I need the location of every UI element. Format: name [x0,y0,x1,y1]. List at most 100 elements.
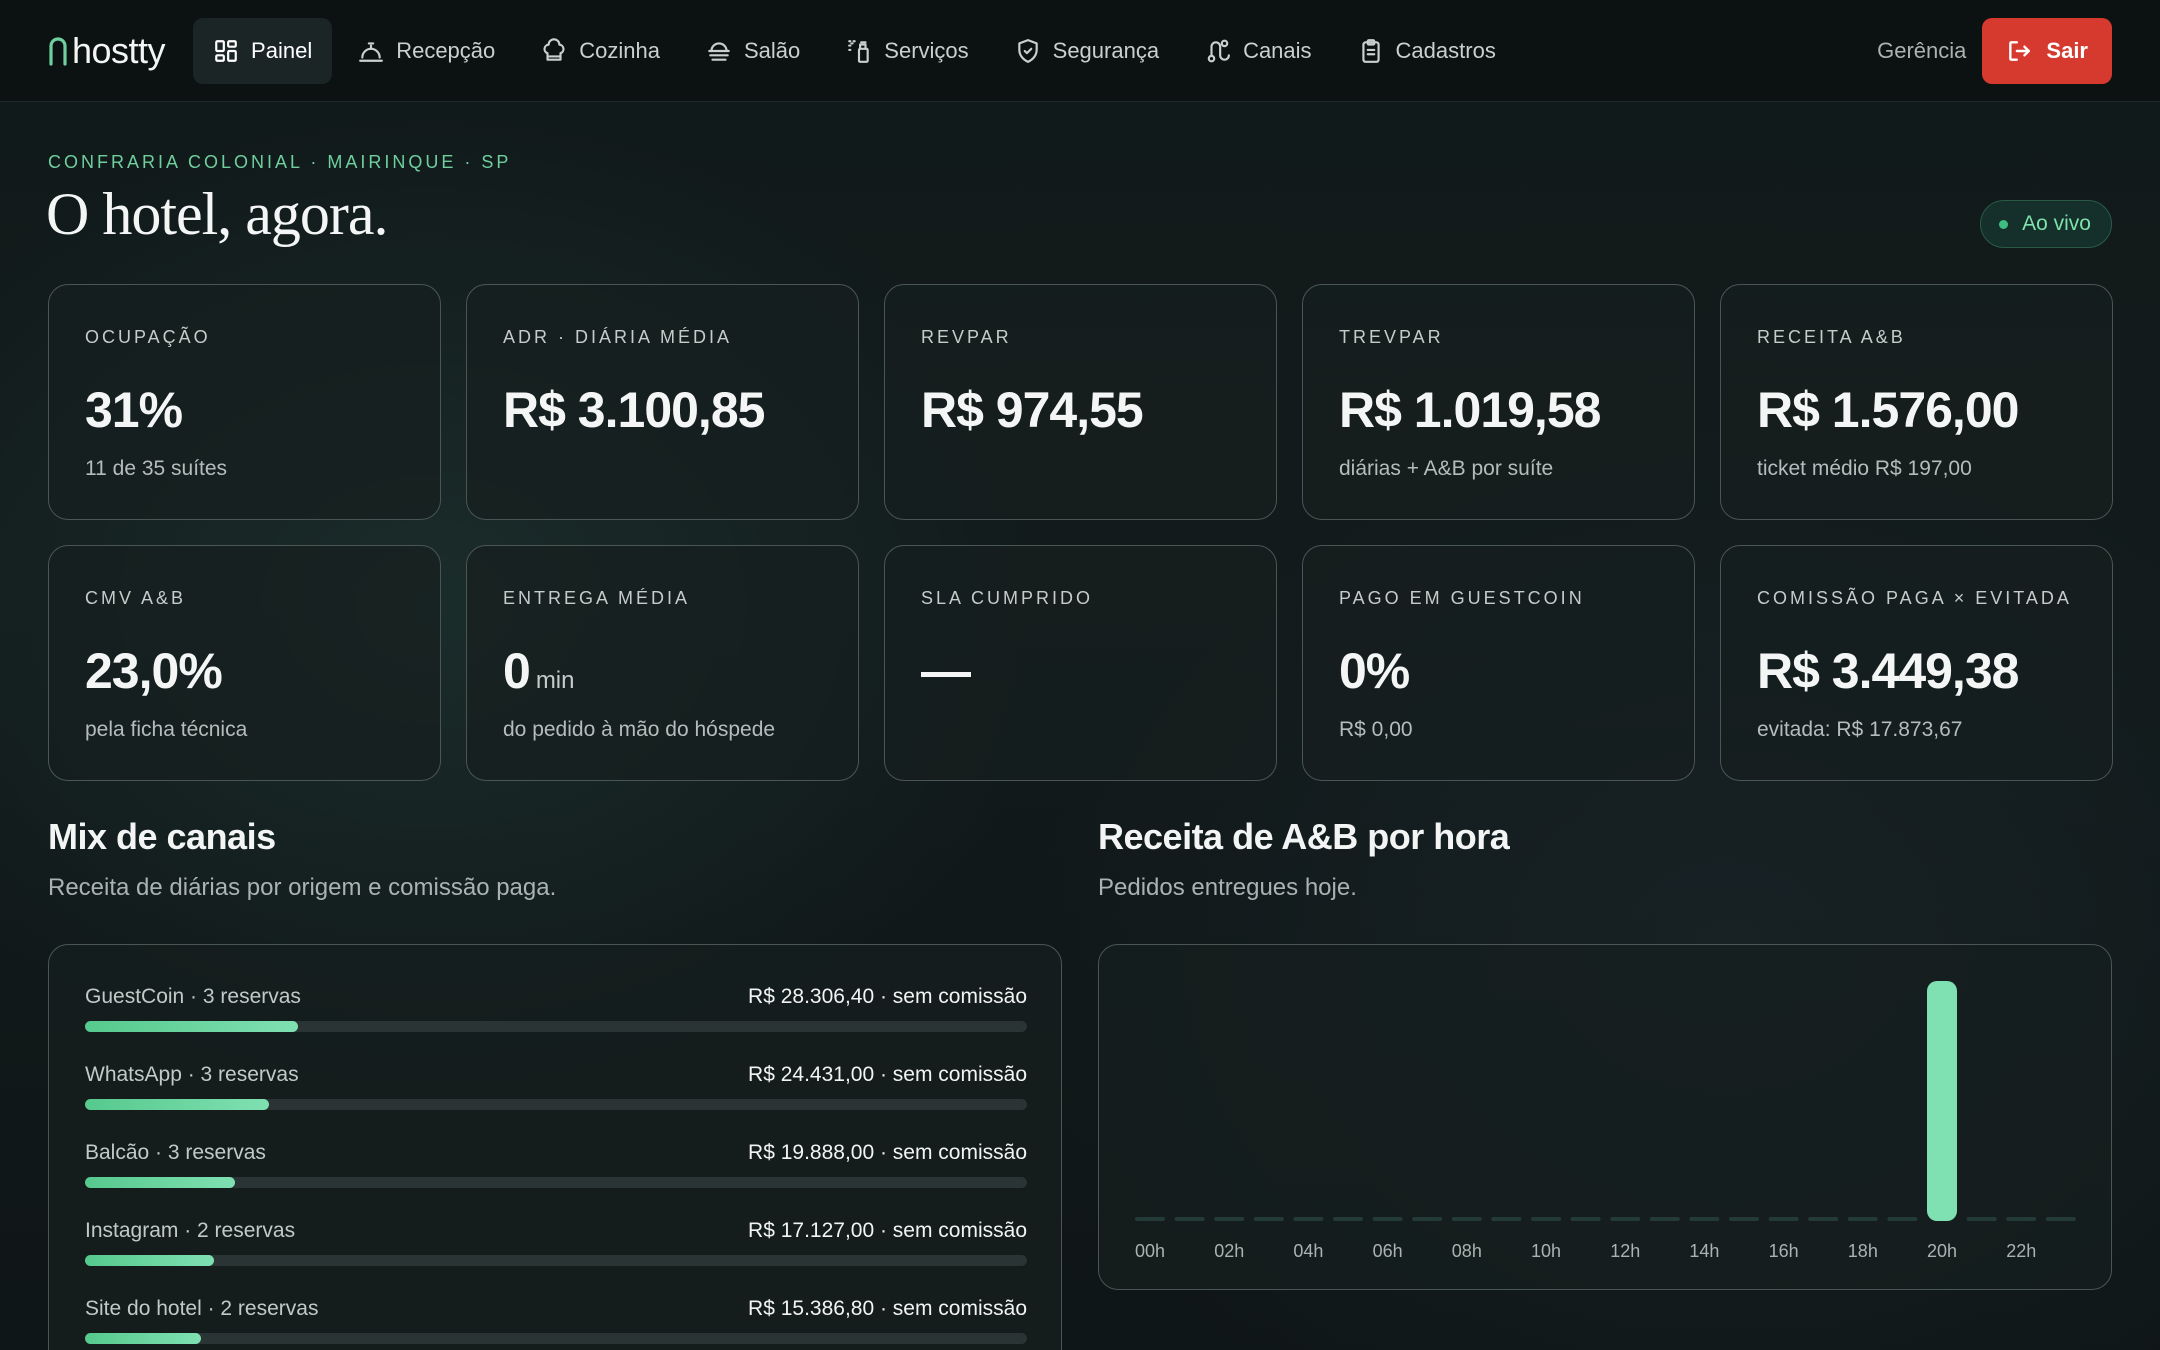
chart-bar-11h [1570,1217,1601,1221]
kpi-value-number: 31% [85,382,183,438]
kpi-card-ocupacao: OCUPAÇÃO 31% 11 de 35 suítes [48,284,441,520]
chart-bar-18h [1847,1217,1878,1221]
channel-bar-fill [85,1099,269,1110]
clipboard-icon [1361,38,1380,63]
kpi-value: R$ 3.449,38 [1757,642,2019,700]
chart-bar-02h [1214,1217,1245,1221]
user-role: Gerência [1877,37,1967,63]
brand-name: hostty [72,29,166,71]
kpi-value: 31% [85,381,183,439]
brand-logo[interactable]: hostty [48,29,166,72]
channel-bar-track [85,1333,1027,1344]
nav-menu: Painel Recepção Cozinha Salão Serviços S… [193,17,1516,84]
chart-tick-label: 08h [1452,1241,1482,1261]
channel-row: Balcão · 3 reservas R$ 19.888,00 · sem c… [85,1141,1027,1219]
channel-bar-track [85,1021,1027,1032]
channel-bar-track [85,1255,1027,1266]
chart-tick-label: 20h [1927,1241,1957,1261]
chart-bar-10h [1531,1217,1561,1221]
chart-bar-13h [1649,1217,1680,1221]
kpi-label: PAGO EM GUESTCOIN [1339,588,1585,608]
mix-section-subtitle: Receita de diárias por origem e comissão… [48,874,557,901]
nav-item-servicos[interactable]: Serviços [826,18,988,84]
chart-tick-label: 00h [1135,1241,1165,1261]
chart-bar-17h [1808,1217,1839,1221]
kpi-card-receita-ab: RECEITA A&B R$ 1.576,00 ticket médio R$ … [1720,284,2113,520]
kpi-value-number: 0 [503,643,531,699]
nav-item-painel[interactable]: Painel [193,17,333,84]
kpi-value-number: R$ 3.449,38 [1757,643,2019,699]
kpi-value: R$ 3.100,85 [503,381,765,439]
kpi-label: RECEITA A&B [1757,327,1906,347]
kpi-value: R$ 974,55 [921,381,1144,439]
live-label: Ao vivo [2022,212,2091,235]
channel-revenue: R$ 24.431,00 · sem comissão [748,1063,1027,1086]
revenue-chart-subtitle: Pedidos entregues hoje. [1098,874,1357,901]
chart-bar-00h [1135,1217,1165,1221]
kpi-value-number: 23,0% [85,643,223,699]
nav-item-salao[interactable]: Salão [686,18,820,84]
chart-tick-label: 18h [1848,1241,1878,1261]
kpi-sub: pela ficha técnica [85,718,248,741]
logout-button[interactable]: Sair [1982,17,2112,84]
chart-tick-label: 12h [1610,1241,1640,1261]
kpi-value: 0% [1339,642,1410,700]
kpi-card-adr: ADR · DIÁRIA MÉDIA R$ 3.100,85 [466,284,859,520]
chart-tick-label: 14h [1689,1241,1719,1261]
channel-revenue: R$ 19.888,00 · sem comissão [748,1141,1027,1164]
channel-row: Instagram · 2 reservas R$ 17.127,00 · se… [85,1219,1027,1297]
kpi-value: 0 min [503,642,574,700]
revenue-bar-chart: 00h 02h 04h 06h 08h 10h 12h 14h 16h 18h 20h 22h [1135,981,2076,1261]
kpi-card-cmv-ab: CMV A&B 23,0% pela ficha técnica [48,545,441,781]
chart-bar-01h [1174,1217,1205,1221]
revenue-chart-title: Receita de A&B por hora [1098,816,1510,857]
channel-revenue: R$ 17.127,00 · sem comissão [748,1219,1027,1242]
chart-bar-05h [1333,1217,1363,1221]
channel-name: GuestCoin · 3 reservas [85,985,301,1008]
channel-bar-fill [85,1177,235,1188]
channel-row: WhatsApp · 3 reservas R$ 24.431,00 · sem… [85,1063,1027,1141]
kpi-value-number: R$ 3.100,85 [503,382,765,438]
chart-bar-08h [1451,1217,1482,1221]
nav-item-label: Salão [744,37,801,63]
channel-bar-track [85,1177,1027,1188]
kpi-value: R$ 1.576,00 [1757,381,2019,439]
nav-item-cozinha[interactable]: Cozinha [521,18,680,84]
nav-item-label: Painel [251,37,313,63]
kpi-value-number: R$ 1.576,00 [1757,382,2019,438]
kpi-value-number: 0% [1339,643,1410,699]
kpi-sub: diárias + A&B por suíte [1339,457,1554,480]
chart-bar-19h [1887,1217,1918,1221]
page-title: O hotel, agora. [46,181,389,247]
channel-name: Balcão · 3 reservas [85,1141,266,1164]
mix-section-title: Mix de canais [48,816,276,857]
nav-item-label: Recepção [396,37,496,63]
kpi-card-trevpar: TREVPAR R$ 1.019,58 diárias + A&B por su… [1302,284,1695,520]
kpi-value: — [921,642,971,700]
channel-bar-fill [85,1333,201,1344]
kpi-sub: 11 de 35 suítes [85,457,228,480]
kpi-label: TREVPAR [1339,327,1444,347]
chart-bar-16h [1768,1217,1799,1221]
kpi-card-comissao: COMISSÃO PAGA × EVITADA R$ 3.449,38 evit… [1720,545,2113,781]
chart-bar-22h [2006,1217,2037,1221]
hotel-location: CONFRARIA COLONIAL · MAIRINQUE · SP [48,152,512,172]
chart-tick-label: 10h [1531,1241,1561,1261]
chart-bar-20h [1927,981,1957,1221]
channel-name: Site do hotel · 2 reservas [85,1297,319,1320]
chart-tick-label: 06h [1373,1241,1403,1261]
kpi-card-revpar: REVPAR R$ 974,55 [884,284,1277,520]
nav-item-canais[interactable]: Canais [1185,18,1331,84]
dish-icon [708,41,730,61]
kpi-value-number: R$ 1.019,58 [1339,382,1601,438]
kpi-value-number: — [921,643,971,699]
nav-item-recepcao[interactable]: Recepção [338,18,515,84]
channel-name: Instagram · 2 reservas [85,1219,296,1242]
nav-item-label: Canais [1243,37,1312,63]
kpi-label: SLA CUMPRIDO [921,588,1094,608]
nav-item-cadastros[interactable]: Cadastros [1338,18,1516,84]
live-badge: Ao vivo [1980,200,2112,248]
chart-bar-06h [1372,1217,1403,1221]
channel-revenue: R$ 28.306,40 · sem comissão [748,985,1027,1008]
nav-item-seguranca[interactable]: Segurança [995,18,1179,84]
